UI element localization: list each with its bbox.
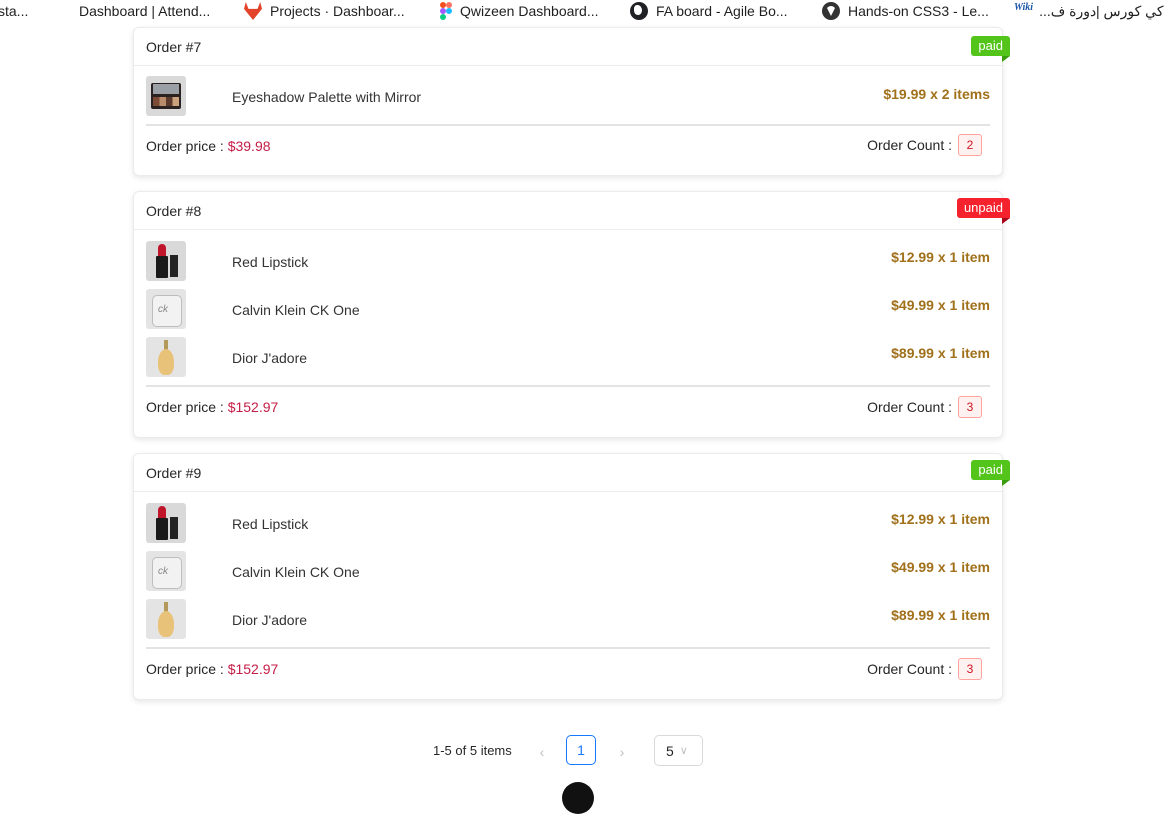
bookmark-item[interactable]: كي كورس | xyxy=(1096,2,1164,20)
freecodecamp-icon xyxy=(822,2,840,20)
red-lipstick-thumbnail xyxy=(146,503,186,543)
floating-action-button[interactable] xyxy=(562,782,594,814)
eyeshadow-palette-thumbnail xyxy=(146,76,186,116)
bookmark-label: دورة ف... xyxy=(1039,3,1097,19)
order-count: Order Count : 3 xyxy=(867,658,982,680)
status-ribbon: paid xyxy=(971,36,1010,62)
bookmark-label: Dashboard | Attend... xyxy=(79,3,211,19)
item-name: Calvin Klein CK One xyxy=(232,302,360,318)
order-card: Order #7 paid Eyeshadow Palette with Mir… xyxy=(133,27,1010,176)
order-card: Order #9 paid Red Lipstick $12.99 x 1 it… xyxy=(133,453,1010,700)
bookmark-label: Projects · Dashboar... xyxy=(270,3,405,19)
order-count-label: Order Count : xyxy=(867,399,952,415)
order-price: Order price : $152.97 xyxy=(146,661,278,677)
item-price: $89.99 x 1 item xyxy=(891,345,990,361)
page-1-button[interactable]: 1 xyxy=(566,735,596,765)
order-count-badge: 2 xyxy=(958,134,982,156)
red-lipstick-thumbnail xyxy=(146,241,186,281)
ck-one-bottle-thumbnail: ck xyxy=(146,551,186,591)
divider xyxy=(146,647,990,649)
pagination-total: 1-5 of 5 items xyxy=(433,743,512,758)
bookmark-item[interactable]: Dashboard | Attend... xyxy=(79,2,210,20)
status-ribbon: paid xyxy=(971,460,1010,486)
item-price: $12.99 x 1 item xyxy=(891,249,990,265)
order-price-label: Order price : xyxy=(146,399,224,415)
status-ribbon: unpaid xyxy=(956,198,1011,224)
item-price: $49.99 x 1 item xyxy=(891,559,990,575)
order-item: ck Calvin Klein CK One $49.99 x 1 item xyxy=(146,289,990,329)
item-name: Dior J'adore xyxy=(232,350,308,366)
order-item: ck Calvin Klein CK One $49.99 x 1 item xyxy=(146,551,990,591)
order-item: Red Lipstick $12.99 x 1 item xyxy=(146,241,990,281)
bookmarks-bar: sta... Dashboard | Attend... Projects · … xyxy=(0,0,1172,24)
bookmark-item[interactable]: sta... xyxy=(0,2,28,20)
item-name: Red Lipstick xyxy=(232,254,309,270)
order-item: Dior J'adore $89.99 x 1 item xyxy=(146,337,990,377)
bookmark-item[interactable]: Wiki دورة ف... xyxy=(1014,2,1096,20)
item-price: $49.99 x 1 item xyxy=(891,297,990,313)
order-price: Order price : $152.97 xyxy=(146,399,278,415)
gitlab-icon xyxy=(244,2,262,20)
order-title: Order #8 xyxy=(146,203,202,219)
dior-jadore-thumbnail xyxy=(146,599,186,639)
divider xyxy=(146,385,990,387)
order-price-value: $152.97 xyxy=(227,661,279,677)
item-price: $89.99 x 1 item xyxy=(891,607,990,623)
order-title: Order #7 xyxy=(146,39,202,55)
bookmark-label: كي كورس | xyxy=(1096,3,1164,19)
order-count-label: Order Count : xyxy=(867,661,952,677)
page-number: 1 xyxy=(577,742,585,758)
next-page-button[interactable]: › xyxy=(614,744,630,760)
order-price-label: Order price : xyxy=(146,138,224,154)
order-title: Order #9 xyxy=(146,465,202,481)
item-name: Dior J'adore xyxy=(232,612,308,628)
page-size-value: 5 xyxy=(666,742,674,759)
item-price: $19.99 x 2 items xyxy=(883,86,990,102)
divider xyxy=(146,124,990,126)
figma-icon xyxy=(440,2,452,20)
order-card: Order #8 unpaid Red Lipstick $12.99 x 1 … xyxy=(133,191,1011,438)
item-price: $12.99 x 1 item xyxy=(891,511,990,527)
item-name: Red Lipstick xyxy=(232,516,309,532)
order-card-header: Order #9 paid xyxy=(134,454,1010,492)
chevron-down-icon: ∨ xyxy=(679,745,688,757)
ck-one-bottle-thumbnail: ck xyxy=(146,289,186,329)
bookmark-item[interactable]: Projects · Dashboar... xyxy=(244,2,405,20)
bookmark-item[interactable]: Qwizeen Dashboard... xyxy=(440,2,599,20)
bookmark-item[interactable]: Hands-on CSS3 - Le... xyxy=(822,2,989,20)
order-price: Order price : $39.98 xyxy=(146,138,271,154)
bookmark-label: Hands-on CSS3 - Le... xyxy=(848,3,989,19)
page-size-select[interactable]: 5 ∨ xyxy=(654,735,703,766)
order-price-label: Order price : xyxy=(146,661,224,677)
bookmark-label: Qwizeen Dashboard... xyxy=(460,3,599,19)
order-card-header: Order #8 unpaid xyxy=(134,192,1011,230)
wiki-icon: Wiki xyxy=(1014,2,1034,13)
item-name: Calvin Klein CK One xyxy=(232,564,360,580)
globe-icon xyxy=(630,2,648,20)
order-card-header: Order #7 paid xyxy=(134,28,1010,66)
order-price-value: $152.97 xyxy=(227,399,279,415)
order-item: Dior J'adore $89.99 x 1 item xyxy=(146,599,990,639)
order-count-badge: 3 xyxy=(958,396,982,418)
bookmark-label: sta... xyxy=(0,3,29,19)
order-price-value: $39.98 xyxy=(227,138,271,154)
order-count-label: Order Count : xyxy=(867,137,952,153)
prev-page-button[interactable]: ‹ xyxy=(534,744,550,760)
order-item: Eyeshadow Palette with Mirror $19.99 x 2… xyxy=(146,76,990,116)
order-item: Red Lipstick $12.99 x 1 item xyxy=(146,503,990,543)
item-name: Eyeshadow Palette with Mirror xyxy=(232,89,422,105)
bookmark-item[interactable]: FA board - Agile Bo... xyxy=(630,2,788,20)
order-count-badge: 3 xyxy=(958,658,982,680)
dior-jadore-thumbnail xyxy=(146,337,186,377)
order-count: Order Count : 2 xyxy=(867,134,982,156)
bookmark-label: FA board - Agile Bo... xyxy=(656,3,788,19)
order-count: Order Count : 3 xyxy=(867,396,982,418)
